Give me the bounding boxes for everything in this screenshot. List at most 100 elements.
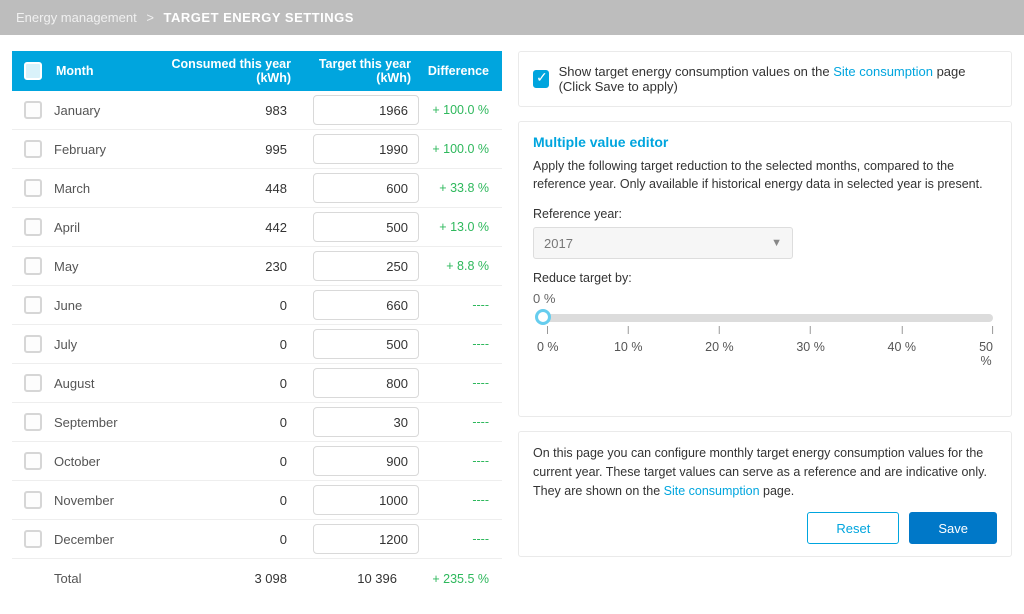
row-consumed: 995: [164, 142, 299, 157]
row-consumed: 0: [164, 532, 299, 547]
site-consumption-link-2[interactable]: Site consumption: [664, 484, 760, 498]
row-diff: ----: [419, 337, 499, 351]
multiple-value-editor: Multiple value editor Apply the followin…: [518, 121, 1012, 417]
reference-year-label: Reference year:: [533, 207, 997, 221]
table-row: December0 ----: [12, 520, 502, 559]
row-checkbox[interactable]: [24, 296, 42, 314]
show-target-checkbox[interactable]: [533, 70, 549, 88]
row-consumed: 0: [164, 298, 299, 313]
breadcrumb: Energy management > TARGET ENERGY SETTIN…: [0, 0, 1024, 35]
table-row: October0 ----: [12, 442, 502, 481]
total-diff: + 235.5 %: [419, 572, 499, 586]
row-target-input[interactable]: [313, 485, 419, 515]
table-row: March448+ 33.8 %: [12, 169, 502, 208]
row-target-input[interactable]: [313, 212, 419, 242]
mve-title: Multiple value editor: [533, 134, 997, 150]
total-label: Total: [54, 571, 164, 586]
row-month: October: [54, 454, 164, 469]
row-month: November: [54, 493, 164, 508]
reduce-target-slider[interactable]: [537, 314, 993, 322]
row-diff: + 8.8 %: [419, 259, 499, 273]
row-consumed: 0: [164, 454, 299, 469]
info-text: On this page you can configure monthly t…: [533, 444, 997, 500]
row-target-input[interactable]: [313, 290, 419, 320]
table-row: June0----: [12, 286, 502, 325]
row-target-input[interactable]: [313, 524, 419, 554]
row-month: September: [54, 415, 164, 430]
row-diff: ----: [419, 454, 499, 468]
target-table: Month Consumed this year (kWh) Target th…: [12, 51, 502, 598]
row-checkbox[interactable]: [24, 101, 42, 119]
reset-button[interactable]: Reset: [807, 512, 899, 544]
table-row: April442+ 13.0 %: [12, 208, 502, 247]
row-target-input[interactable]: [313, 95, 419, 125]
site-consumption-link[interactable]: Site consumption: [833, 64, 933, 79]
header-consumed: Consumed this year (kWh): [164, 57, 299, 85]
row-diff: + 33.8 %: [419, 181, 499, 195]
header-diff: Difference: [419, 64, 499, 78]
breadcrumb-parent[interactable]: Energy management: [16, 10, 137, 25]
table-row: January983 + 100.0 %: [12, 91, 502, 130]
row-target-input[interactable]: [313, 251, 419, 281]
table-row: May230 + 8.8 %: [12, 247, 502, 286]
row-consumed: 230: [164, 259, 299, 274]
slider-ticks: 0 % 10 % 20 % 30 % 40 % 50 %: [537, 326, 993, 366]
row-consumed: 983: [164, 103, 299, 118]
row-month: July: [54, 337, 164, 352]
row-month: April: [54, 220, 164, 235]
row-target-input[interactable]: [313, 368, 419, 398]
total-consumed: 3 098: [164, 571, 299, 586]
row-checkbox[interactable]: [24, 335, 42, 353]
reduce-target-label: Reduce target by:: [533, 271, 997, 285]
row-checkbox[interactable]: [24, 218, 42, 236]
row-checkbox[interactable]: [24, 491, 42, 509]
table-header: Month Consumed this year (kWh) Target th…: [12, 51, 502, 91]
row-diff: ----: [419, 415, 499, 429]
row-checkbox[interactable]: [24, 452, 42, 470]
total-target: 10 396: [299, 571, 419, 586]
row-target-input[interactable]: [313, 134, 419, 164]
row-diff: + 100.0 %: [419, 142, 499, 156]
row-checkbox[interactable]: [24, 413, 42, 431]
row-month: May: [54, 259, 164, 274]
row-target-input[interactable]: [313, 446, 419, 476]
row-diff: ----: [419, 493, 499, 507]
row-checkbox[interactable]: [24, 179, 42, 197]
select-all-checkbox[interactable]: [24, 62, 42, 80]
row-checkbox[interactable]: [24, 374, 42, 392]
slider-thumb[interactable]: [535, 309, 551, 325]
info-panel: On this page you can configure monthly t…: [518, 431, 1012, 557]
table-row: November0----: [12, 481, 502, 520]
table-row: July0 ----: [12, 325, 502, 364]
row-checkbox[interactable]: [24, 530, 42, 548]
row-month: February: [54, 142, 164, 157]
breadcrumb-current: TARGET ENERGY SETTINGS: [164, 10, 354, 25]
row-diff: + 100.0 %: [419, 103, 499, 117]
row-month: January: [54, 103, 164, 118]
reference-year-select[interactable]: 2017 ▼: [533, 227, 793, 259]
header-month: Month: [54, 64, 164, 78]
show-target-text: Show target energy consumption values on…: [559, 64, 997, 94]
reduce-target-value: 0 %: [533, 291, 997, 306]
header-target: Target this year (kWh): [299, 57, 419, 85]
mve-description: Apply the following target reduction to …: [533, 158, 997, 193]
row-month: December: [54, 532, 164, 547]
row-month: March: [54, 181, 164, 196]
row-diff: ----: [419, 532, 499, 546]
table-row: September0 ----: [12, 403, 502, 442]
chevron-down-icon: ▼: [771, 237, 782, 249]
show-target-panel: Show target energy consumption values on…: [518, 51, 1012, 107]
row-checkbox[interactable]: [24, 140, 42, 158]
row-month: June: [54, 298, 164, 313]
table-row: August0----: [12, 364, 502, 403]
row-consumed: 0: [164, 415, 299, 430]
row-consumed: 0: [164, 337, 299, 352]
row-target-input[interactable]: [313, 329, 419, 359]
row-diff: + 13.0 %: [419, 220, 499, 234]
table-row-total: Total 3 098 10 396 + 235.5 %: [12, 559, 502, 598]
row-target-input[interactable]: [313, 407, 419, 437]
save-button[interactable]: Save: [909, 512, 997, 544]
row-checkbox[interactable]: [24, 257, 42, 275]
row-target-input[interactable]: [313, 173, 419, 203]
row-diff: ----: [419, 376, 499, 390]
